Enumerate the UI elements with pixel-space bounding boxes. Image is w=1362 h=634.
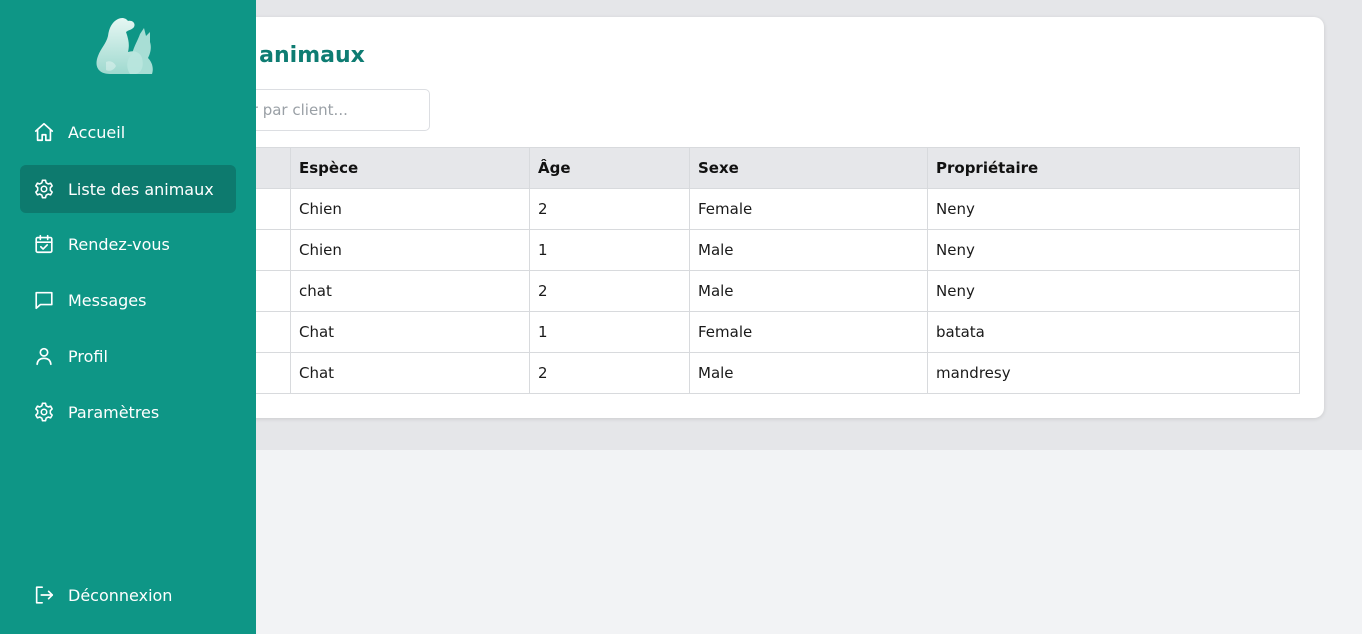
animals-card: Liste des animaux Nom Espèce Âge Sexe Pr… (180, 17, 1324, 418)
cell-age: 2 (529, 188, 690, 230)
table-row[interactable]: chat 2 Male Neny (180, 270, 1300, 312)
sidebar-item-label: Accueil (68, 122, 126, 142)
sidebar-item-profil[interactable]: Profil (20, 332, 236, 380)
logout-label: Déconnexion (68, 585, 173, 605)
column-header-owner[interactable]: Propriétaire (927, 147, 1300, 189)
logout-button[interactable]: Déconnexion (20, 571, 236, 619)
logout-icon (32, 583, 56, 607)
table-row[interactable]: Chat 1 Female batata (180, 311, 1300, 353)
column-header-species[interactable]: Espèce (290, 147, 530, 189)
column-header-sex[interactable]: Sexe (689, 147, 928, 189)
calendar-check-icon (32, 232, 56, 256)
gear-icon (32, 400, 56, 424)
sidebar-item-parametres[interactable]: Paramètres (20, 388, 236, 436)
sidebar-item-label: Messages (68, 290, 147, 310)
sidebar-item-label: Rendez-vous (68, 234, 170, 254)
cell-sex: Male (689, 270, 928, 312)
sidebar-item-rendez-vous[interactable]: Rendez-vous (20, 220, 236, 268)
cell-owner: Neny (927, 188, 1300, 230)
table-header-row: Nom Espèce Âge Sexe Propriétaire (180, 147, 1300, 189)
sidebar: Accueil Liste des animaux Rendez-vous Me… (0, 0, 256, 634)
cell-owner: Neny (927, 229, 1300, 271)
sidebar-item-messages[interactable]: Messages (20, 276, 236, 324)
cell-species: chat (290, 270, 530, 312)
cell-age: 2 (529, 352, 690, 394)
pet-logo-icon[interactable] (92, 16, 156, 76)
animals-table: Nom Espèce Âge Sexe Propriétaire Chien 2… (180, 147, 1300, 394)
table-row[interactable]: Chien 2 Female Neny (180, 188, 1300, 230)
cell-age: 2 (529, 270, 690, 312)
column-header-age[interactable]: Âge (529, 147, 690, 189)
cell-species: Chien (290, 188, 530, 230)
cell-owner: Neny (927, 270, 1300, 312)
message-icon (32, 288, 56, 312)
cell-owner: mandresy (927, 352, 1300, 394)
cell-species: Chien (290, 229, 530, 271)
cell-age: 1 (529, 229, 690, 271)
cell-species: Chat (290, 352, 530, 394)
sidebar-item-label: Paramètres (68, 402, 160, 422)
home-icon (32, 120, 56, 144)
cell-sex: Male (689, 352, 928, 394)
cell-sex: Male (689, 229, 928, 271)
sidebar-item-label: Liste des animaux (68, 179, 214, 199)
gear-icon (32, 177, 56, 201)
sidebar-item-label: Profil (68, 346, 108, 366)
cell-species: Chat (290, 311, 530, 353)
cell-age: 1 (529, 311, 690, 353)
sidebar-item-accueil[interactable]: Accueil (20, 108, 236, 156)
cell-sex: Female (689, 188, 928, 230)
sidebar-item-liste-des-animaux[interactable]: Liste des animaux (20, 165, 236, 213)
table-row[interactable]: Chat 2 Male mandresy (180, 352, 1300, 394)
table-row[interactable]: Chien 1 Male Neny (180, 229, 1300, 271)
user-icon (32, 344, 56, 368)
cell-sex: Female (689, 311, 928, 353)
cell-owner: batata (927, 311, 1300, 353)
